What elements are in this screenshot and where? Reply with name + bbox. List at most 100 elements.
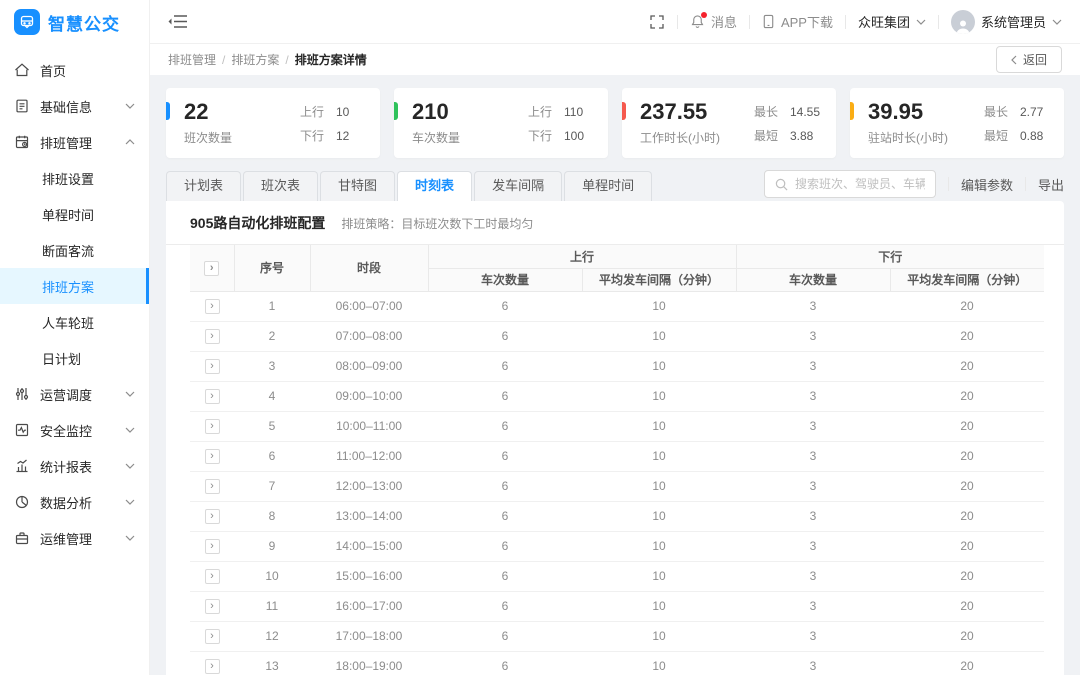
sidebar-subitem-oneway-time[interactable]: 单程时间 (0, 196, 149, 232)
breadcrumb-item[interactable]: 排班方案 (231, 51, 279, 68)
time-period: 15:00–16:00 (310, 561, 428, 591)
time-period: 12:00–13:00 (310, 471, 428, 501)
expand-all-button[interactable]: › (204, 261, 219, 276)
sidebar-item-home[interactable]: 首页 (0, 52, 149, 88)
breadcrumb-item[interactable]: 排班管理 (168, 51, 216, 68)
time-period: 17:00–18:00 (310, 621, 428, 651)
up-trips-value: 6 (428, 591, 582, 621)
expand-cell: › (190, 351, 234, 381)
sidebar-item-label: 首页 (40, 61, 135, 80)
expand-cell: › (190, 411, 234, 441)
row-index: 7 (234, 471, 310, 501)
expand-row-button[interactable]: › (205, 299, 220, 314)
time-period: 08:00–09:00 (310, 351, 428, 381)
down-trips-value: 3 (736, 591, 890, 621)
expand-row-button[interactable]: › (205, 659, 220, 674)
expand-row-button[interactable]: › (205, 419, 220, 434)
breadcrumb-bar: 排班管理 / 排班方案 / 排班方案详情 返回 (150, 44, 1080, 75)
schedule-strategy: 排班策略：目标班次数下工时最均匀 (341, 215, 533, 232)
main-area: 消息 APP下载 众旺集团 系统管理员 (150, 0, 1080, 675)
chevron-down-icon (1052, 19, 1062, 25)
sidebar-item-label: 排班管理 (40, 133, 125, 152)
up-interval-value: 10 (582, 411, 736, 441)
expand-row-button[interactable]: › (205, 599, 220, 614)
row-index: 3 (234, 351, 310, 381)
sidebar-item-safety-monitor[interactable]: 安全监控 (0, 412, 149, 448)
document-icon (14, 98, 30, 114)
col-header-down-trips: 车次数量 (736, 268, 890, 291)
up-interval-value: 10 (582, 621, 736, 651)
down-trips-value: 3 (736, 531, 890, 561)
sidebar-item-operations[interactable]: 运营调度 (0, 376, 149, 412)
stat-cards: 22 班次数量 上行10 下行12 210 车次数量 上行110 (166, 88, 1064, 158)
edit-params-button[interactable]: 编辑参数 (961, 175, 1013, 194)
tab-gantt[interactable]: 甘特图 (320, 171, 395, 201)
back-button[interactable]: 返回 (996, 46, 1062, 73)
time-period: 09:00–10:00 (310, 381, 428, 411)
home-icon (14, 62, 30, 78)
search-box[interactable] (764, 170, 936, 198)
sliders-icon (14, 386, 30, 402)
sidebar-subitem-daily-plan[interactable]: 日计划 (0, 340, 149, 376)
expand-row-button[interactable]: › (205, 479, 220, 494)
expand-row-button[interactable]: › (205, 359, 220, 374)
sidebar-item-reports[interactable]: 统计报表 (0, 448, 149, 484)
down-interval-value: 20 (890, 471, 1044, 501)
down-interval-value: 20 (890, 381, 1044, 411)
expand-row-button[interactable]: › (205, 329, 220, 344)
stat-label: 车次数量 (412, 129, 460, 146)
expand-cell: › (190, 591, 234, 621)
sidebar-item-maintenance[interactable]: 运维管理 (0, 520, 149, 556)
sidebar-item-data-analysis[interactable]: 数据分析 (0, 484, 149, 520)
sidebar-item-basic-info[interactable]: 基础信息 (0, 88, 149, 124)
time-period: 06:00–07:00 (310, 291, 428, 321)
company-selector[interactable]: 众旺集团 (858, 12, 926, 31)
stat-value: 237.55 (640, 99, 720, 125)
down-trips-value: 3 (736, 471, 890, 501)
table-row: ›813:00–14:00610320 (190, 501, 1044, 531)
time-period: 11:00–12:00 (310, 441, 428, 471)
chevron-down-icon (125, 499, 135, 505)
user-menu[interactable]: 系统管理员 (951, 10, 1062, 34)
export-button[interactable]: 导出 (1038, 175, 1064, 194)
fullscreen-button[interactable] (649, 14, 665, 30)
expand-row-button[interactable]: › (205, 449, 220, 464)
app-download-button[interactable]: APP下载 (762, 12, 833, 31)
sidebar-subitem-schedule-settings[interactable]: 排班设置 (0, 160, 149, 196)
tab-departure-interval[interactable]: 发车间隔 (474, 171, 562, 201)
tab-timetable[interactable]: 时刻表 (397, 171, 472, 201)
sidebar-item-scheduling[interactable]: 排班管理 (0, 124, 149, 160)
sidebar: 智慧公交 首页 基础信息 排班管理 排班设置 单程时间 断面客流 排班方案 人车… (0, 0, 150, 675)
tabs-toolbar-row: 计划表 班次表 甘特图 时刻表 发车间隔 单程时间 编辑参数 导出 (166, 170, 1064, 201)
expand-row-button[interactable]: › (205, 509, 220, 524)
search-input[interactable] (795, 177, 925, 191)
stat-value: 22 (184, 99, 232, 125)
col-group-up: 上行 (428, 245, 736, 268)
breadcrumb: 排班管理 / 排班方案 / 排班方案详情 (168, 51, 367, 68)
tab-shift-table[interactable]: 班次表 (243, 171, 318, 201)
expand-cell: › (190, 561, 234, 591)
sidebar-subitem-crew-rotation[interactable]: 人车轮班 (0, 304, 149, 340)
tab-plan-table[interactable]: 计划表 (166, 171, 241, 201)
page-content: 22 班次数量 上行10 下行12 210 车次数量 上行110 (150, 75, 1080, 675)
sidebar-subitem-schedule-plan[interactable]: 排班方案 (0, 268, 149, 304)
down-trips-value: 3 (736, 651, 890, 675)
expand-row-button[interactable]: › (205, 629, 220, 644)
expand-row-button[interactable]: › (205, 389, 220, 404)
messages-button[interactable]: 消息 (690, 12, 737, 31)
time-period: 14:00–15:00 (310, 531, 428, 561)
row-index: 11 (234, 591, 310, 621)
panel-header: 905路自动化排班配置 排班策略：目标班次数下工时最均匀 (166, 201, 1064, 245)
tab-oneway-time[interactable]: 单程时间 (564, 171, 652, 201)
menu-fold-icon[interactable] (168, 13, 188, 30)
avatar (951, 10, 975, 34)
table-row: ›712:00–13:00610320 (190, 471, 1044, 501)
up-interval-value: 10 (582, 501, 736, 531)
expand-row-button[interactable]: › (205, 539, 220, 554)
down-trips-value: 3 (736, 621, 890, 651)
col-header-down-interval: 平均发车间隔（分钟） (890, 268, 1044, 291)
bar-chart-icon (14, 458, 30, 474)
sidebar-subitem-section-flow[interactable]: 断面客流 (0, 232, 149, 268)
up-trips-value: 6 (428, 441, 582, 471)
expand-row-button[interactable]: › (205, 569, 220, 584)
